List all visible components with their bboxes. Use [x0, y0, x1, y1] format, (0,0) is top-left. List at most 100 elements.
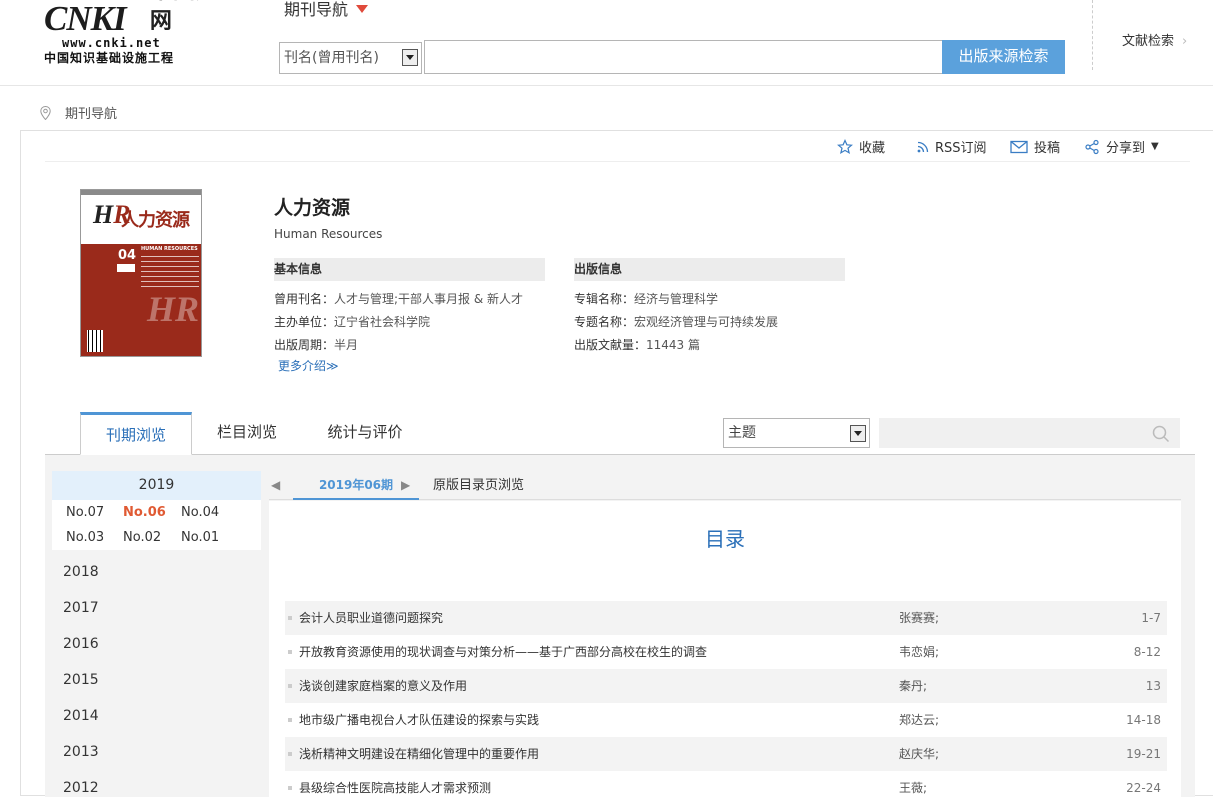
- cover-en-title: HUMAN RESOURCES: [141, 246, 198, 252]
- tab-issue-browse[interactable]: 刊期浏览: [80, 412, 192, 455]
- tab-statistics[interactable]: 统计与评价: [319, 412, 411, 455]
- search-field-value: 刊名(曾用刊名): [284, 50, 379, 66]
- logo-slogan: 中国知识基础设施工程: [44, 51, 175, 65]
- article-title-link[interactable]: 县级综合性医院高技能人才需求预测: [299, 771, 491, 805]
- article-title-link[interactable]: 会计人员职业道德问题探究: [299, 601, 443, 635]
- article-title-link[interactable]: 地市级广播电视台人才队伍建设的探索与实践: [299, 703, 539, 737]
- filter-field-select[interactable]: 主题: [723, 418, 870, 448]
- count-row: 出版文献量：11443 篇: [574, 338, 701, 352]
- cycle-row: 出版周期：半月: [274, 338, 359, 352]
- author-link[interactable]: 张赛赛;: [899, 601, 939, 635]
- page-range: 1-7: [1141, 611, 1161, 625]
- topic-row: 专题名称：宏观经济管理与可持续发展: [574, 315, 779, 329]
- breadcrumb: 期刊导航: [40, 103, 117, 122]
- favorite-button[interactable]: 收藏: [837, 137, 885, 156]
- logo-url: www.cnki.net: [62, 36, 161, 50]
- page-range: 13: [1145, 679, 1161, 693]
- year-item[interactable]: 2017: [63, 600, 99, 616]
- submit-label: 投稿: [1034, 141, 1061, 156]
- header-divider: [1092, 0, 1093, 70]
- author-link[interactable]: 郑达云;: [899, 703, 939, 737]
- year-item[interactable]: 2012: [63, 780, 99, 796]
- logo-brand-cn: 中国知网: [149, 0, 218, 34]
- share-label: 分享到: [1106, 141, 1146, 156]
- page-range: 22-24: [1126, 781, 1161, 795]
- toc-row: 地市级广播电视台人才队伍建设的探索与实践 郑达云; 14-18: [285, 703, 1167, 737]
- journal-title: 人力资源: [274, 197, 351, 219]
- chevron-right-icon: ›: [1182, 34, 1188, 49]
- tab-column-browse[interactable]: 栏目浏览: [207, 412, 287, 455]
- issue-link[interactable]: No.02: [123, 530, 161, 545]
- site-header: CNKI 中国知网 www.cnki.net 中国知识基础设施工程 期刊导航 刊…: [0, 0, 1213, 86]
- rss-icon: [917, 141, 929, 152]
- issue-link[interactable]: No.03: [66, 530, 104, 545]
- rss-button[interactable]: RSS订阅: [917, 137, 987, 156]
- search-input[interactable]: [424, 40, 944, 74]
- toc-title: 目录: [705, 527, 745, 551]
- search-field-select[interactable]: 刊名(曾用刊名): [279, 42, 422, 74]
- logo-brand: CNKI: [44, 0, 127, 38]
- toc-row: 会计人员职业道德问题探究 张赛赛; 1-7: [285, 601, 1167, 635]
- prev-issue-icon[interactable]: ◀: [271, 478, 280, 492]
- toc-tab-original[interactable]: 原版目录页浏览: [433, 471, 524, 500]
- year-item[interactable]: 2015: [63, 672, 99, 688]
- toc-row: 县级综合性医院高技能人才需求预测 王薇; 22-24: [285, 771, 1167, 805]
- toolbar-divider: [45, 161, 1190, 162]
- literature-search-label: 文献检索: [1122, 34, 1175, 49]
- submit-button[interactable]: 投稿: [1010, 137, 1060, 156]
- cover-contents: HUMAN RESOURCES: [141, 246, 199, 289]
- next-issue-icon[interactable]: ▶: [401, 478, 410, 492]
- nav-title-label: 期刊导航: [284, 0, 349, 19]
- location-pin-icon: [40, 105, 51, 120]
- envelope-icon: [1010, 140, 1028, 153]
- search-icon[interactable]: [1152, 425, 1170, 443]
- share-icon: [1085, 139, 1099, 154]
- article-title-link[interactable]: 浅谈创建家庭档案的意义及作用: [299, 669, 467, 703]
- author-link[interactable]: 王薇;: [899, 771, 927, 805]
- author-link[interactable]: 赵庆华;: [899, 737, 939, 771]
- former-name-row: 曾用刊名：人才与管理;干部人事月报 & 新人才: [274, 292, 524, 306]
- rss-label: RSS订阅: [935, 141, 987, 156]
- author-link[interactable]: 秦丹;: [899, 669, 927, 703]
- year-item[interactable]: 2018: [63, 564, 99, 580]
- year-current[interactable]: 2019: [52, 471, 261, 500]
- filter-input[interactable]: [879, 418, 1180, 448]
- year-2019-box: 2019 No.07 No.06 No.04 No.03 No.02 No.01: [52, 471, 261, 550]
- toc-row: 浅谈创建家庭档案的意义及作用 秦丹; 13: [285, 669, 1167, 703]
- year-item[interactable]: 2013: [63, 744, 99, 760]
- source-search-button[interactable]: 出版来源检索: [942, 40, 1065, 74]
- article-title-link[interactable]: 浅析精神文明建设在精细化管理中的重要作用: [299, 737, 539, 771]
- star-icon: [837, 138, 853, 154]
- issue-link[interactable]: No.01: [181, 530, 219, 545]
- dropdown-arrow-icon[interactable]: [402, 49, 418, 66]
- more-intro-link[interactable]: 更多介绍≫: [278, 357, 339, 374]
- issue-link-active[interactable]: No.06: [123, 505, 166, 520]
- cover-watermark: HR: [147, 289, 200, 329]
- literature-search-link[interactable]: 文献检索 ›: [1122, 30, 1187, 49]
- toc-row: 浅析精神文明建设在精细化管理中的重要作用 赵庆华; 19-21: [285, 737, 1167, 771]
- toc-tab-bar: ◀ 2019年06期 ▶ 原版目录页浏览: [269, 471, 1181, 500]
- toc-panel: 目录 会计人员职业道德问题探究 张赛赛; 1-7 开放教育资源使用的现状调查与对…: [269, 501, 1181, 797]
- caret-down-icon: ▼: [1151, 141, 1159, 152]
- toc-row: 开放教育资源使用的现状调查与对策分析——基于广西部分高校在校生的调查 韦恋娟; …: [285, 635, 1167, 669]
- breadcrumb-item[interactable]: 期刊导航: [65, 103, 117, 122]
- journal-nav-menu[interactable]: 期刊导航: [284, 0, 369, 20]
- filter-field-value: 主题: [728, 425, 756, 441]
- article-title-link[interactable]: 开放教育资源使用的现状调查与对策分析——基于广西部分高校在校生的调查: [299, 635, 707, 669]
- journal-subtitle: Human Resources: [274, 227, 383, 241]
- cover-issue: 04: [118, 248, 137, 263]
- author-link[interactable]: 韦恋娟;: [899, 635, 939, 669]
- cnki-logo[interactable]: CNKI 中国知网 www.cnki.net 中国知识基础设施工程: [44, 0, 234, 66]
- year-item[interactable]: 2014: [63, 708, 99, 724]
- share-button[interactable]: 分享到 ▼: [1084, 137, 1159, 156]
- journal-cover[interactable]: HR 人力资源 04 HUMAN RESOURCES HR: [80, 189, 202, 357]
- cover-title: 人力资源: [121, 210, 190, 231]
- barcode: [87, 330, 103, 352]
- page-range: 8-12: [1133, 645, 1161, 659]
- year-item[interactable]: 2016: [63, 636, 99, 652]
- caret-down-icon: [356, 5, 369, 13]
- issue-link[interactable]: No.04: [181, 505, 219, 520]
- dropdown-arrow-icon[interactable]: [850, 425, 866, 442]
- journal-panel: 收藏 RSS订阅 投稿 分享到 ▼ HR 人力资源 04 HUMAN RESOUR…: [20, 130, 1213, 797]
- issue-link[interactable]: No.07: [66, 505, 104, 520]
